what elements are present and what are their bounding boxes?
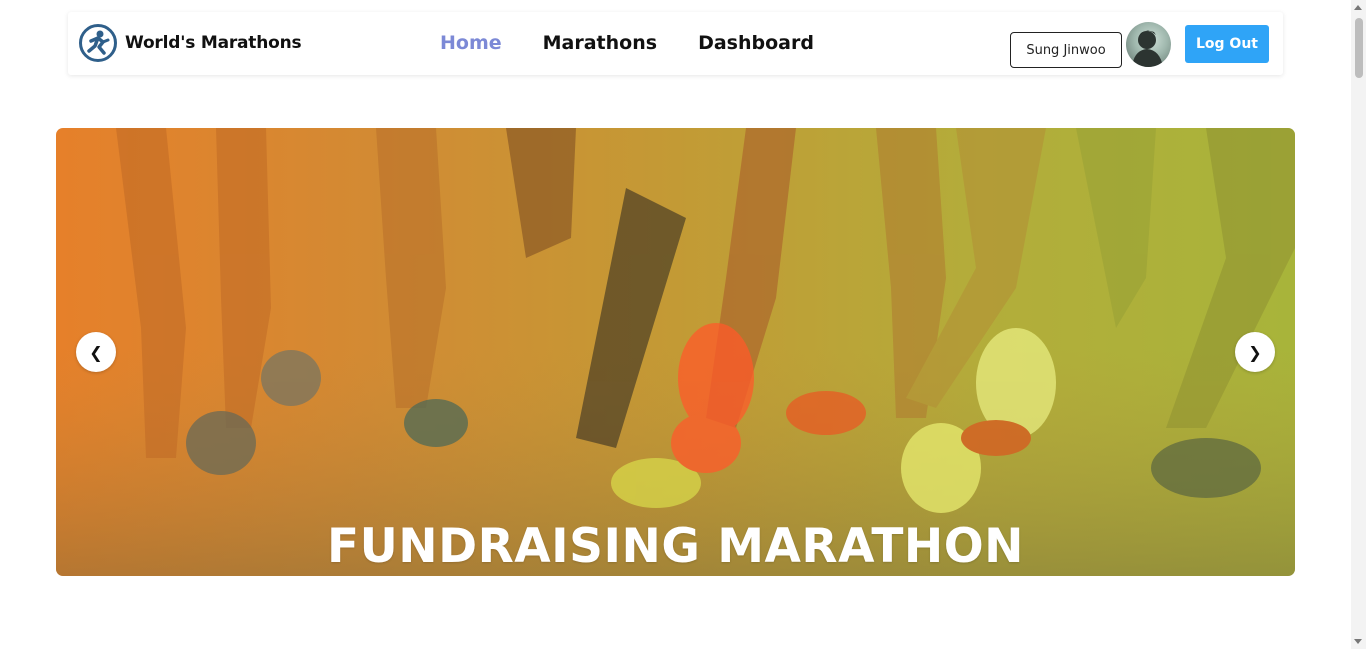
- top-navbar: World's Marathons Home Marathons Dashboa…: [68, 12, 1283, 75]
- brand[interactable]: World's Marathons: [79, 24, 302, 62]
- brand-name: World's Marathons: [125, 33, 302, 53]
- slide-title: FUNDRAISING MARATHON: [326, 519, 1025, 574]
- runners-photo: [56, 128, 1295, 576]
- scroll-down-icon[interactable]: [1354, 639, 1362, 644]
- nav-link-marathons[interactable]: Marathons: [543, 32, 657, 54]
- nav-link-dashboard[interactable]: Dashboard: [698, 32, 814, 54]
- carousel-next-button[interactable]: ❯: [1235, 332, 1275, 372]
- scroll-up-icon[interactable]: [1354, 5, 1362, 10]
- carousel-prev-button[interactable]: ❮: [76, 332, 116, 372]
- hero-carousel: ❮ ❯ FUNDRAISING MARATHON: [56, 128, 1295, 576]
- scroll-thumb[interactable]: [1355, 18, 1363, 78]
- user-name-chip[interactable]: Sung Jinwoo: [1010, 32, 1122, 68]
- runner-logo-icon: [79, 24, 117, 62]
- user-avatar-icon[interactable]: [1126, 22, 1171, 67]
- logout-button[interactable]: Log Out: [1185, 25, 1269, 63]
- nav-link-home[interactable]: Home: [440, 32, 502, 54]
- main-nav: Home Marathons Dashboard: [440, 32, 814, 54]
- page-scrollbar[interactable]: [1351, 0, 1366, 649]
